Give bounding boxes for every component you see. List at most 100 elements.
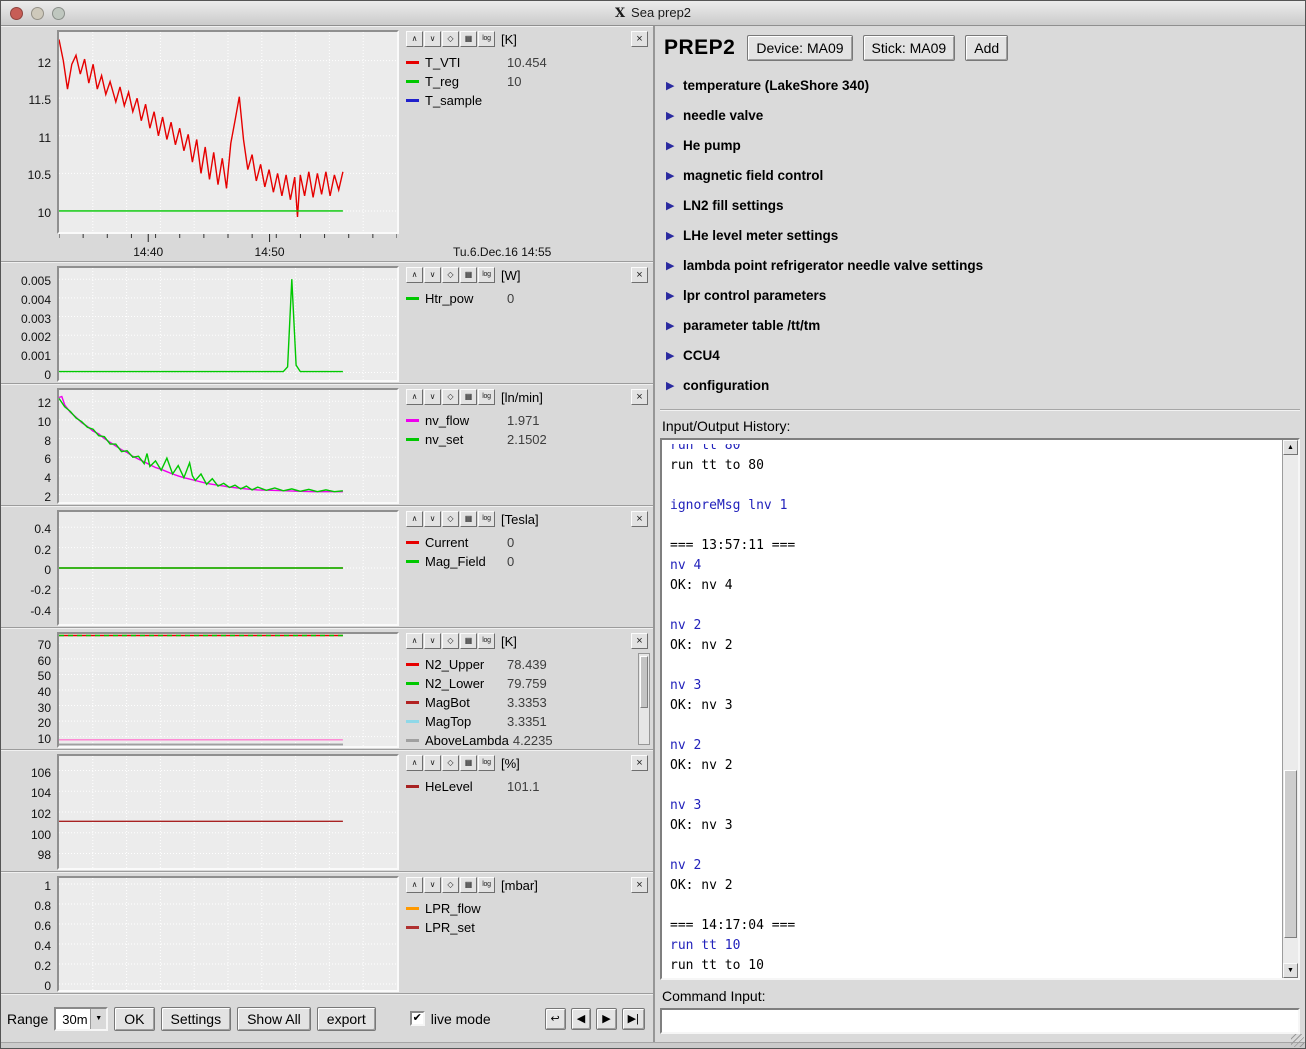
expand-arrow-icon[interactable]: ▶	[666, 79, 683, 92]
history-scrollbar[interactable]: ▲ ▼	[1282, 440, 1298, 978]
scroll-down-button[interactable]: ∨	[424, 877, 441, 893]
expand-arrow-icon[interactable]: ▶	[666, 259, 683, 272]
command-input[interactable]	[660, 1008, 1300, 1034]
chart-plot-area[interactable]	[57, 632, 399, 748]
chart-plot-area[interactable]	[57, 876, 399, 992]
expand-arrow-icon[interactable]: ▶	[666, 349, 683, 362]
dropdown-arrow-icon[interactable]: ▼	[90, 1009, 106, 1029]
scroll-down-button[interactable]: ∨	[424, 267, 441, 283]
log-scale-button[interactable]: log	[478, 511, 495, 527]
section-item-8[interactable]: ▶ parameter table /tt/tm	[666, 310, 1300, 340]
chart-plot-area[interactable]	[57, 754, 399, 870]
zoom-window-button[interactable]: ▦	[460, 267, 477, 283]
scroll-up-button[interactable]: ∧	[406, 633, 423, 649]
titlebar[interactable]: XSea prep2	[1, 1, 1305, 26]
expand-arrow-icon[interactable]: ▶	[666, 109, 683, 122]
chart-close-button[interactable]: ×	[631, 389, 648, 405]
zoom-fit-button[interactable]: ◇	[442, 877, 459, 893]
ok-button[interactable]: OK	[114, 1007, 154, 1031]
log-scale-button[interactable]: log	[478, 31, 495, 47]
minimize-window-button[interactable]	[31, 7, 44, 20]
stick-button[interactable]: Stick: MA09	[863, 35, 956, 61]
settings-button[interactable]: Settings	[161, 1007, 232, 1031]
log-scale-button[interactable]: log	[478, 877, 495, 893]
zoom-window-button[interactable]: ▦	[460, 877, 477, 893]
scroll-up-button[interactable]: ∧	[406, 511, 423, 527]
scrollbar-up-button[interactable]: ▲	[1283, 440, 1298, 455]
add-button[interactable]: Add	[965, 35, 1008, 61]
scrollbar-down-button[interactable]: ▼	[1283, 963, 1298, 978]
resize-grip[interactable]	[1291, 1034, 1304, 1047]
section-item-6[interactable]: ▶ lambda point refrigerator needle valve…	[666, 250, 1300, 280]
log-scale-button[interactable]: log	[478, 755, 495, 771]
chart-plot-area[interactable]	[57, 510, 399, 626]
chart-close-button[interactable]: ×	[631, 31, 648, 47]
chart-plot-area[interactable]	[57, 30, 399, 234]
expand-arrow-icon[interactable]: ▶	[666, 379, 683, 392]
chart-close-button[interactable]: ×	[631, 511, 648, 527]
zoom-fit-button[interactable]: ◇	[442, 755, 459, 771]
scroll-up-button[interactable]: ∧	[406, 31, 423, 47]
zoom-fit-button[interactable]: ◇	[442, 633, 459, 649]
expand-arrow-icon[interactable]: ▶	[666, 169, 683, 182]
log-scale-button[interactable]: log	[478, 633, 495, 649]
scroll-up-button[interactable]: ∧	[406, 389, 423, 405]
y-tick-label: 0.2	[34, 960, 51, 972]
section-item-3[interactable]: ▶ magnetic field control	[666, 160, 1300, 190]
zoom-fit-button[interactable]: ◇	[442, 389, 459, 405]
scroll-down-button[interactable]: ∨	[424, 633, 441, 649]
zoom-window-button[interactable]: ▦	[460, 389, 477, 405]
scroll-up-button[interactable]: ∧	[406, 267, 423, 283]
scroll-end-button[interactable]: ▶|	[622, 1008, 645, 1030]
section-item-2[interactable]: ▶ He pump	[666, 130, 1300, 160]
scroll-down-button[interactable]: ∨	[424, 511, 441, 527]
scroll-down-button[interactable]: ∨	[424, 31, 441, 47]
zoom-window-button[interactable]: ▦	[460, 511, 477, 527]
scroll-back-button[interactable]: ◀	[571, 1008, 591, 1030]
section-item-0[interactable]: ▶ temperature (LakeShore 340)	[666, 70, 1300, 100]
scroll-down-button[interactable]: ∨	[424, 389, 441, 405]
range-dropdown[interactable]: 30m ▼	[54, 1007, 108, 1031]
expand-arrow-icon[interactable]: ▶	[666, 289, 683, 302]
chart-plot-area[interactable]	[57, 266, 399, 382]
jump-latest-button[interactable]: ↩	[545, 1008, 566, 1030]
zoom-fit-button[interactable]: ◇	[442, 267, 459, 283]
chart-close-button[interactable]: ×	[631, 267, 648, 283]
zoom-fit-button[interactable]: ◇	[442, 31, 459, 47]
scroll-down-button[interactable]: ∨	[424, 755, 441, 771]
scroll-forward-button[interactable]: ▶	[596, 1008, 616, 1030]
log-scale-button[interactable]: log	[478, 389, 495, 405]
close-window-button[interactable]	[10, 7, 23, 20]
zoom-window-button[interactable]: ▦	[460, 633, 477, 649]
expand-arrow-icon[interactable]: ▶	[666, 199, 683, 212]
expand-arrow-icon[interactable]: ▶	[666, 319, 683, 332]
scrollbar-track[interactable]	[1283, 455, 1298, 963]
section-item-5[interactable]: ▶ LHe level meter settings	[666, 220, 1300, 250]
section-item-9[interactable]: ▶ CCU4	[666, 340, 1300, 370]
chart-close-button[interactable]: ×	[631, 633, 648, 649]
chart-plot-area[interactable]	[57, 388, 399, 504]
io-history-box[interactable]: run tt 80run tt to 80ignoreMsg lnv 1=== …	[660, 438, 1300, 980]
legend-scrollbar[interactable]	[638, 653, 650, 745]
zoom-window-button[interactable]: ▦	[460, 31, 477, 47]
log-scale-button[interactable]: log	[478, 267, 495, 283]
zoom-window-button[interactable]	[52, 7, 65, 20]
device-button[interactable]: Device: MA09	[747, 35, 852, 61]
export-button[interactable]: export	[317, 1007, 376, 1031]
section-item-7[interactable]: ▶ lpr control parameters	[666, 280, 1300, 310]
zoom-window-button[interactable]: ▦	[460, 755, 477, 771]
expand-arrow-icon[interactable]: ▶	[666, 139, 683, 152]
show-all-button[interactable]: Show All	[237, 1007, 311, 1031]
section-item-4[interactable]: ▶ LN2 fill settings	[666, 190, 1300, 220]
scroll-up-button[interactable]: ∧	[406, 755, 423, 771]
scroll-up-button[interactable]: ∧	[406, 877, 423, 893]
chart-close-button[interactable]: ×	[631, 755, 648, 771]
expand-arrow-icon[interactable]: ▶	[666, 229, 683, 242]
section-item-10[interactable]: ▶ configuration	[666, 370, 1300, 400]
zoom-fit-button[interactable]: ◇	[442, 511, 459, 527]
chart-close-button[interactable]: ×	[631, 877, 648, 893]
legend-scrollbar-thumb[interactable]	[640, 656, 648, 708]
live-mode-checkbox[interactable]: ✔	[410, 1011, 425, 1026]
section-item-1[interactable]: ▶ needle valve	[666, 100, 1300, 130]
scrollbar-thumb[interactable]	[1284, 770, 1297, 938]
